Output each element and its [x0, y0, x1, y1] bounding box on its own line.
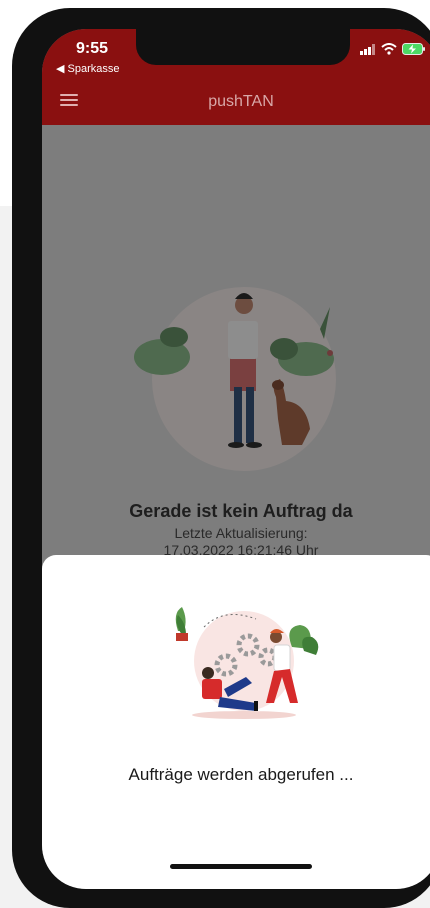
home-indicator[interactable]: [170, 864, 312, 869]
loading-bottom-sheet: Aufträge werden abgerufen ...: [42, 555, 430, 889]
app-bar: 9:55 ◀ Sparkasse pushTAN: [42, 29, 430, 125]
fetching-orders-illustration: [175, 607, 319, 719]
back-to-app-link[interactable]: ◀ Sparkasse: [56, 62, 120, 75]
loading-message: Aufträge werden abgerufen ...: [128, 765, 354, 784]
battery-charging-icon: [402, 43, 425, 55]
wifi-icon: [381, 43, 397, 55]
status-icons: [360, 43, 426, 55]
phone-frame: 9:55 ◀ Sparkasse pushTAN Gerade ist kein…: [12, 8, 430, 908]
no-order-illustration: [134, 287, 336, 471]
last-update-info: Letzte Aktualisierung: 17.03.2022 16:21:…: [42, 525, 430, 559]
app-title: pushTAN: [208, 93, 274, 110]
phone-screen: 9:55 ◀ Sparkasse pushTAN Gerade ist kein…: [42, 29, 430, 889]
signal-icon: [360, 43, 375, 55]
notch: [136, 29, 350, 65]
last-update-label: Letzte Aktualisierung:: [174, 525, 308, 541]
empty-state-title: Gerade ist kein Auftrag da: [129, 501, 353, 521]
status-time: 9:55: [76, 40, 109, 57]
